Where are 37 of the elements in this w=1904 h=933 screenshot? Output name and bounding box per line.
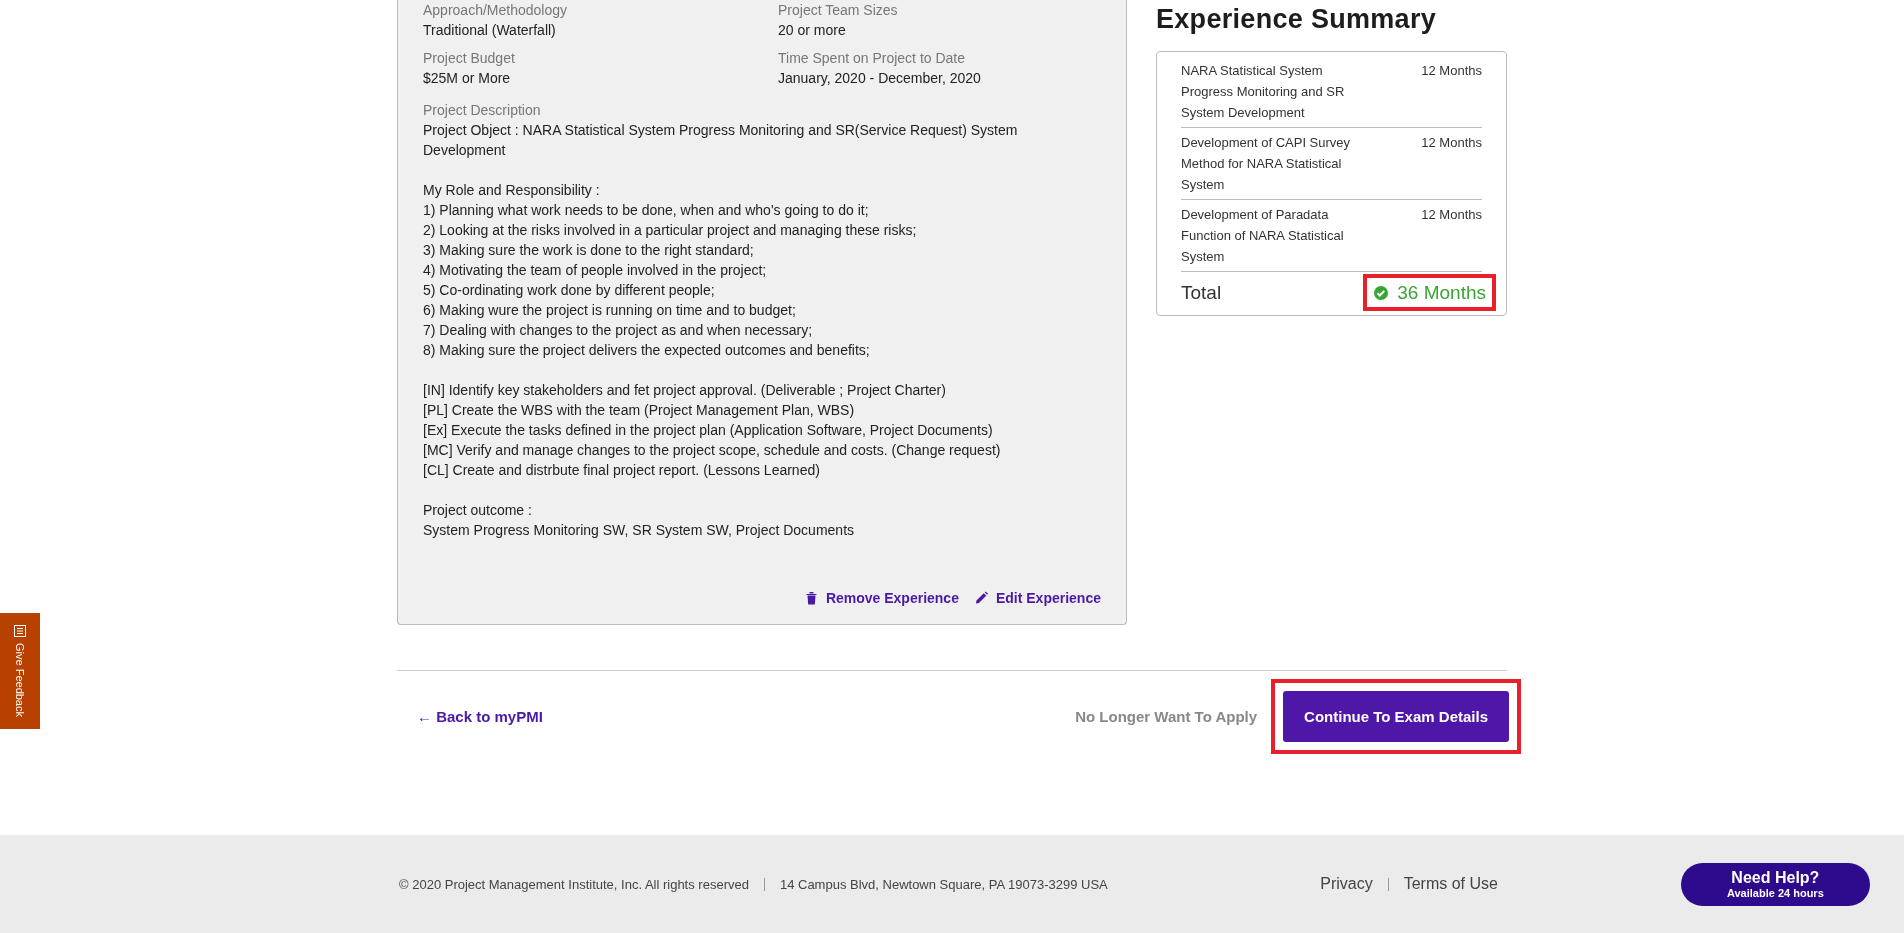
need-help-button[interactable]: Need Help? Available 24 hours (1680, 862, 1870, 906)
field-value: 20 or more (778, 21, 847, 40)
total-label: Total (1181, 282, 1222, 303)
field-label: Project Budget (423, 49, 516, 68)
list-icon (14, 625, 26, 637)
description-paragraph: Project Object : NARA Statistical System Progress Monitoring and SR(Service Request) System Development (423, 121, 1019, 160)
footer-link[interactable]: Privacy (1320, 875, 1373, 893)
experience-name: Development of CAPI Survey Method for NARA Statistical System (1181, 134, 1352, 194)
experience-name: Development of Paradata Function of NARA Statistical System (1181, 206, 1345, 266)
edit-experience-link[interactable]: Edit Experience (974, 588, 1101, 608)
description-paragraph: [IN] Identify key stakeholders and fet project approval. (Deliverable ; Project Charter) [PL] Create the WBS with the team (Project Management Plan, WBS) [Ex] Execute the tasks defined in the project plan (Application Software, Project Documents) [MC] Verify and manage changes to the project scope, schedule and costs. (Change request) [CL] Create and distrbute final project report. (Lessons Learned) (423, 381, 1002, 480)
field-value: $25M or More (423, 69, 512, 88)
field-label: Approach/Methodology (423, 1, 568, 20)
trash-icon (804, 591, 818, 605)
address-text: 14 Campus Blvd, Newtown Square, PA 19073-3299 USA (779, 876, 1108, 892)
experience-duration: 12 Months (1421, 134, 1482, 152)
field-value: January, 2020 - December, 2020 (778, 69, 982, 88)
description-paragraph: My Role and Responsibility : 1) Planning what work needs to be done, when and who's going to do it; 2) Looking at the risks involved in a particular project and managing these risks; 3) Making sure the work is done to the right standard; 4) Motivating the team of people involved in the project; 5) Co-ordinating work done by different people; 6) Making wure the project is running on time and to budget; 7) Dealing with changes to the project as and when necessary; 8) Making sure the project delivers the expected outcomes and benefits; (423, 181, 918, 360)
field-label: Project Team Sizes (778, 1, 899, 20)
experience-duration: 12 Months (1421, 206, 1482, 224)
field-label: Time Spent on Project to Date (778, 49, 967, 68)
copyright-text: © 2020 Project Management Institute, Inc. All rights reserved (399, 876, 749, 892)
footer-link[interactable]: Terms of Use (1403, 875, 1498, 893)
field-label: Project Description (423, 101, 542, 120)
back-link[interactable]: ← Back to myPMI (397, 708, 543, 725)
check-circle-icon (1373, 284, 1390, 301)
field-value: Traditional (Waterfall) (423, 21, 557, 40)
remove-experience-link[interactable]: Remove Experience (804, 588, 959, 608)
experience-name: NARA Statistical System Progress Monitoring and SR System Development (1181, 62, 1346, 122)
total-months: 36 Months (1397, 282, 1486, 303)
description-paragraph: Project outcome : System Progress Monitoring SW, SR System SW, Project Documents (423, 501, 856, 540)
experience-duration: 12 Months (1421, 62, 1482, 80)
continue-button[interactable]: Continue To Exam Details (1283, 691, 1509, 742)
feedback-tab[interactable]: Give Feedback (0, 613, 40, 729)
section-title: Experience Summary (1156, 4, 1438, 35)
withdraw-link[interactable]: No Longer Want To Apply (1075, 708, 1258, 725)
pencil-icon (974, 591, 988, 605)
